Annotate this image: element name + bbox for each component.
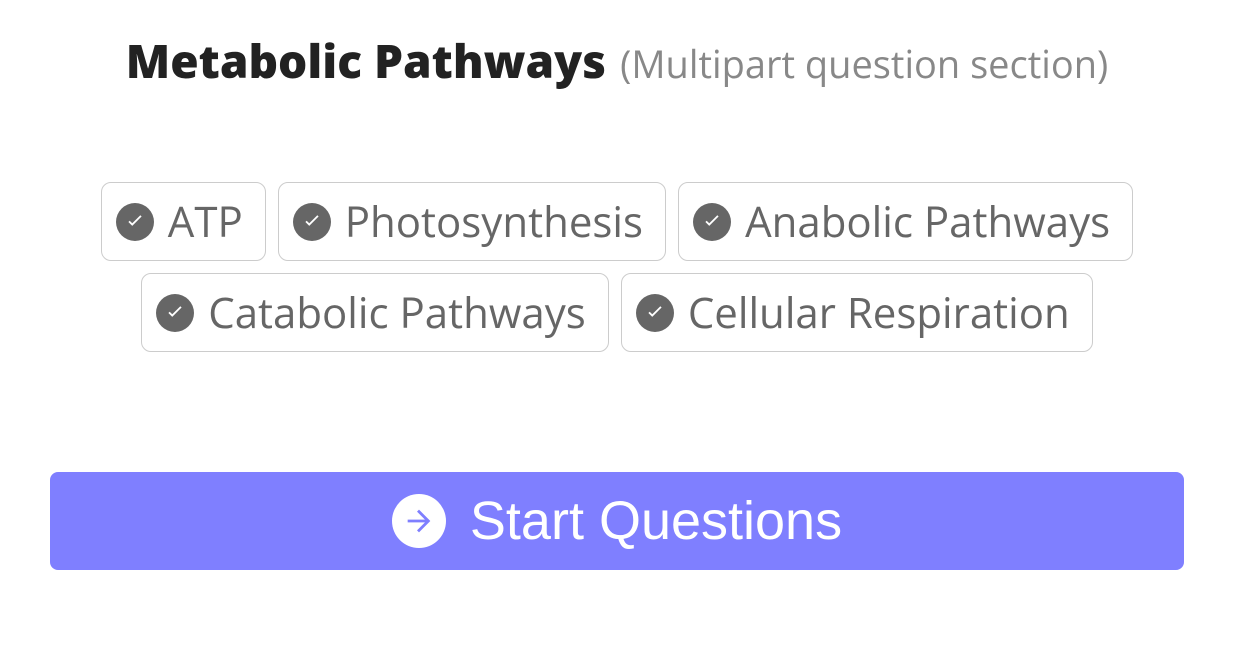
check-circle-icon: [636, 294, 674, 332]
start-button-label: Start Questions: [470, 490, 842, 552]
section-header: Metabolic Pathways (Multipart question s…: [50, 30, 1184, 92]
topic-chip-catabolic-pathways[interactable]: Catabolic Pathways: [141, 273, 609, 352]
topic-chip-anabolic-pathways[interactable]: Anabolic Pathways: [678, 182, 1133, 261]
topic-chip-label: Photosynthesis: [345, 193, 643, 250]
check-circle-icon: [693, 203, 731, 241]
topic-chip-label: Cellular Respiration: [688, 284, 1070, 341]
check-circle-icon: [156, 294, 194, 332]
section-subtitle: (Multipart question section): [620, 38, 1108, 90]
topic-chip-cellular-respiration[interactable]: Cellular Respiration: [621, 273, 1093, 352]
topic-chip-label: ATP: [168, 193, 243, 250]
section-title: Metabolic Pathways: [126, 30, 606, 92]
topic-chip-label: Anabolic Pathways: [745, 193, 1110, 250]
start-questions-button[interactable]: Start Questions: [50, 472, 1184, 570]
topic-chip-label: Catabolic Pathways: [208, 284, 586, 341]
topic-chip-atp[interactable]: ATP: [101, 182, 266, 261]
topic-chips-container: ATP Photosynthesis Anabolic Pathways Cat…: [50, 182, 1184, 352]
check-circle-icon: [116, 203, 154, 241]
check-circle-icon: [293, 203, 331, 241]
arrow-right-circle-icon: [392, 494, 446, 548]
topic-chip-photosynthesis[interactable]: Photosynthesis: [278, 182, 666, 261]
